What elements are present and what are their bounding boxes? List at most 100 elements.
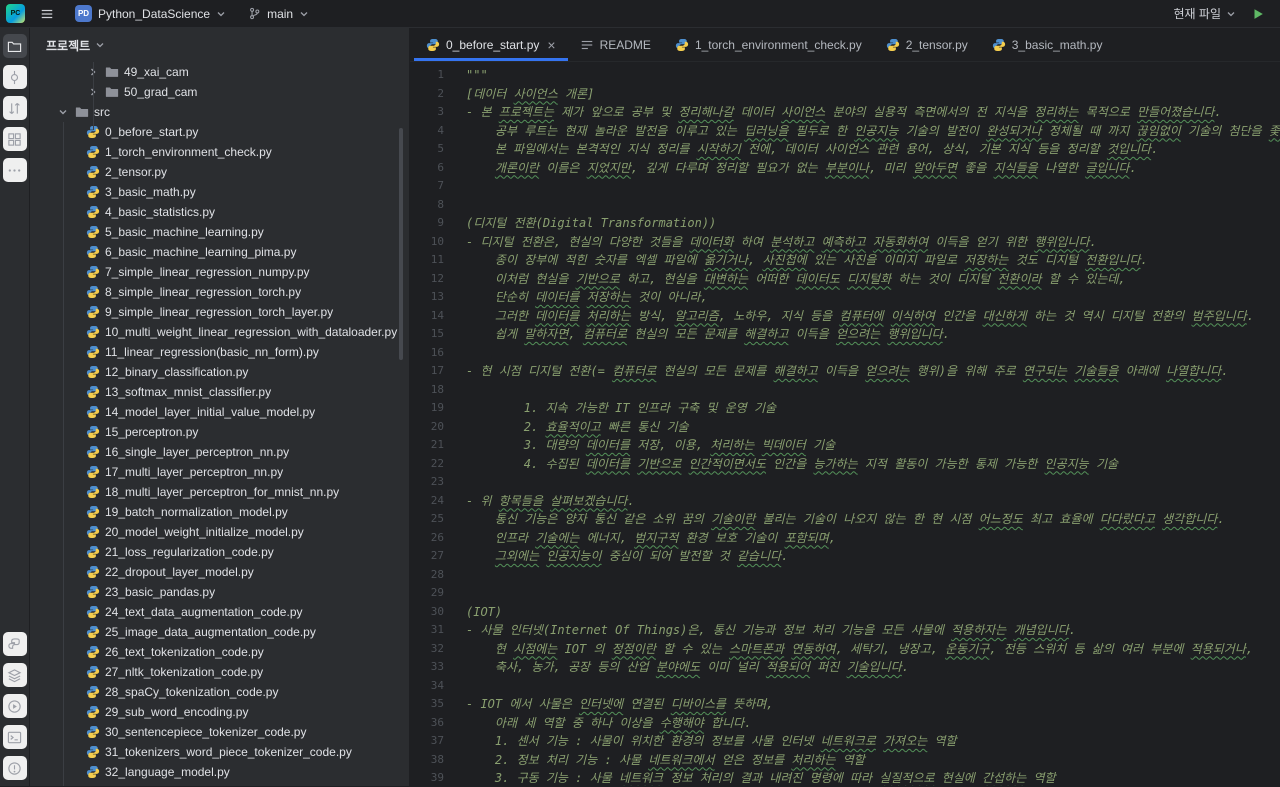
tree-item-file[interactable]: 26_text_tokenization_code.py (30, 642, 409, 662)
code-line[interactable]: 종이 장부에 적힌 숫자를 엑셀 파일에 옮기거나, 사진첩에 있는 사진을 이… (466, 251, 1280, 270)
tree-item-file[interactable]: 9_simple_linear_regression_torch_layer.p… (30, 302, 409, 322)
run-button[interactable] (1246, 2, 1270, 26)
code-line[interactable]: 쉽게 말하자면, 컴퓨터로 현실의 모든 문제를 해결하고 이득을 얻으려는 행… (466, 325, 1280, 344)
tree-item-file[interactable]: 31_tokenizers_word_piece_tokenizer_code.… (30, 742, 409, 762)
tree-item-file[interactable]: 25_image_data_augmentation_code.py (30, 622, 409, 642)
code-line[interactable]: 통신 기능은 양자 통신 같은 소위 꿈의 기술이란 불리는 기술이 나오지 않… (466, 510, 1280, 529)
tree-item-file[interactable]: 7_simple_linear_regression_numpy.py (30, 262, 409, 282)
code-line[interactable]: 현 시점에는 IOT 의 정점이란 할 수 있는 스마트폰과 연동하여, 세탁기… (466, 640, 1280, 659)
code-line[interactable]: 4. 수집된 데이터를 기반으로 인간적이면서도 인간을 능가하는 지적 활동이… (466, 455, 1280, 474)
code-line[interactable]: - 위 항목들을 살펴보겠습니다. (466, 492, 1280, 511)
tree-item-file[interactable]: 15_perceptron.py (30, 422, 409, 442)
code-line[interactable] (466, 566, 1280, 585)
chevron-down-icon[interactable] (56, 107, 70, 117)
vcs-update-icon[interactable] (2, 96, 27, 120)
problems-icon[interactable] (2, 756, 27, 780)
structure-icon[interactable] (2, 127, 27, 151)
tree-item-file[interactable]: 19_batch_normalization_model.py (30, 502, 409, 522)
more-tools-icon[interactable] (2, 158, 27, 182)
code-line[interactable]: 2. 효율적이고 빠른 통신 기술 (466, 418, 1280, 437)
tree-item-folder[interactable]: 49_xai_cam (30, 62, 409, 82)
project-panel-header[interactable]: 프로젝트 (30, 28, 409, 62)
tree-item-file[interactable]: 17_multi_layer_perceptron_nn.py (30, 462, 409, 482)
services-icon[interactable] (2, 663, 27, 687)
editor-tab[interactable]: 0_before_start.py × (414, 28, 568, 61)
code-line[interactable] (466, 584, 1280, 603)
main-menu-button[interactable] (35, 2, 59, 26)
tree-item-folder[interactable]: src (30, 102, 409, 122)
code-line[interactable]: - 현 시점 디지털 전환(= 컴퓨터로 현실의 모든 문제를 해결하고 이득을… (466, 362, 1280, 381)
close-tab-icon[interactable]: × (547, 38, 555, 52)
tree-item-file[interactable]: 10_multi_weight_linear_regression_with_d… (30, 322, 409, 342)
tree-item-file[interactable]: 23_basic_pandas.py (30, 582, 409, 602)
tree-item-file[interactable]: 22_dropout_layer_model.py (30, 562, 409, 582)
code-line[interactable]: 이처럼 현실을 기반으로 하고, 현실을 대변하는 어떠한 데이터도 디지털화 … (466, 270, 1280, 289)
code-line[interactable] (466, 344, 1280, 363)
tree-item-file[interactable]: 6_basic_machine_learning_pima.py (30, 242, 409, 262)
tree-item-file[interactable] (30, 782, 409, 786)
tree-item-file[interactable]: 16_single_layer_perceptron_nn.py (30, 442, 409, 462)
tree-item-file[interactable]: 28_spaCy_tokenization_code.py (30, 682, 409, 702)
python-console-icon[interactable] (2, 632, 27, 656)
code-line[interactable]: 1. 지속 가능한 IT 인프라 구축 및 운영 기술 (466, 399, 1280, 418)
code-line[interactable]: - 사물 인터넷(Internet Of Things)은, 통신 기능과 정보… (466, 621, 1280, 640)
code-line[interactable]: 그외에는 인공지능이 중심이 되어 발전할 것 같습니다. (466, 547, 1280, 566)
code-line[interactable]: 인프라 기술에는 에너지, 범지구적 환경 보호 기술이 포함되며, (466, 529, 1280, 548)
code-line[interactable] (466, 381, 1280, 400)
editor-tab[interactable]: 1_torch_environment_check.py (663, 28, 874, 61)
tree-item-file[interactable]: 32_language_model.py (30, 762, 409, 782)
code-line[interactable]: 2. 정보 처리 기능 : 사물 네트워크에서 얻은 정보를 처리하는 역할 (466, 751, 1280, 770)
scrollbar-thumb[interactable] (399, 128, 403, 360)
tree-item-file[interactable]: 3_basic_math.py (30, 182, 409, 202)
code-line[interactable] (466, 177, 1280, 196)
code-line[interactable]: [데이터 사이언스 개론] (466, 85, 1280, 104)
editor-tab[interactable]: 3_basic_math.py (980, 28, 1115, 61)
tree-item-file[interactable]: 11_linear_regression(basic_nn_form).py (30, 342, 409, 362)
tree-item-file[interactable]: 8_simple_linear_regression_torch.py (30, 282, 409, 302)
editor-tab[interactable]: README (568, 28, 663, 61)
commit-icon[interactable] (2, 65, 27, 89)
tree-item-file[interactable]: 4_basic_statistics.py (30, 202, 409, 222)
run-config-selector[interactable]: 현재 파일 (1174, 5, 1237, 22)
tree-item-file[interactable]: 29_sub_word_encoding.py (30, 702, 409, 722)
code-line[interactable]: 공부 루트는 현재 놀라운 발전을 이루고 있는 딥러닝을 필두로 한 인공지능… (466, 122, 1280, 141)
branch-selector[interactable]: main (242, 4, 315, 24)
editor-tab[interactable]: 2_tensor.py (874, 28, 980, 61)
tree-item-file[interactable]: 12_binary_classification.py (30, 362, 409, 382)
run-window-icon[interactable] (2, 694, 27, 718)
code-line[interactable]: 본 파일에서는 본격적인 지식 정리를 시작하기 전에, 데이터 사이언스 관련… (466, 140, 1280, 159)
code-line[interactable] (466, 677, 1280, 696)
tree-item-file[interactable]: 0_before_start.py (30, 122, 409, 142)
project-selector[interactable]: PD Python_DataScience (69, 2, 232, 25)
code-line[interactable]: - 디지털 전환은, 현실의 다양한 것들을 데이터화 하여 분석하고 예측하고… (466, 233, 1280, 252)
tree-item-file[interactable]: 14_model_layer_initial_value_model.py (30, 402, 409, 422)
tree-item-file[interactable]: 5_basic_machine_learning.py (30, 222, 409, 242)
tree-item-file[interactable]: 24_text_data_augmentation_code.py (30, 602, 409, 622)
tree-item-file[interactable]: 21_loss_regularization_code.py (30, 542, 409, 562)
tree-item-file[interactable]: 27_nltk_tokenization_code.py (30, 662, 409, 682)
code-line[interactable]: - IOT 에서 사물은 인터넷에 연결된 디바이스를 뜻하며, (466, 695, 1280, 714)
code-line[interactable]: 아래 세 역할 중 하나 이상을 수행해야 합니다. (466, 714, 1280, 733)
code-line[interactable]: 단순히 데이터를 저장하는 것이 아니라, (466, 288, 1280, 307)
code-line[interactable]: (디지털 전환(Digital Transformation)) (466, 214, 1280, 233)
tree-item-file[interactable]: 2_tensor.py (30, 162, 409, 182)
code-line[interactable]: 축사, 농가, 공장 등의 산업 분야에도 이미 널리 적용되어 퍼진 기술입니… (466, 658, 1280, 677)
tree-item-file[interactable]: 30_sentencepiece_tokenizer_code.py (30, 722, 409, 742)
code-line[interactable] (466, 196, 1280, 215)
code-line[interactable]: 1. 센서 기능 : 사물이 위치한 환경의 정보를 사물 인터넷 네트워크로 … (466, 732, 1280, 751)
code-line[interactable]: 개론이란 이름은 지었지만, 깊게 다루며 정리할 필요가 없는 부분이나, 미… (466, 159, 1280, 178)
tree-item-file[interactable]: 18_multi_layer_perceptron_for_mnist_nn.p… (30, 482, 409, 502)
code-line[interactable]: 3. 구동 기능 : 사물 네트워크 정보 처리의 결과 내려진 명령에 따라 … (466, 769, 1280, 786)
code-line[interactable]: 그러한 데이터를 처리하는 방식, 알고리즘, 노하우, 지식 등을 컴퓨터에 … (466, 307, 1280, 326)
code-viewport[interactable]: """ [데이터 사이언스 개론] - 본 프로젝트는 제가 앞으로 공부 및 정리… (458, 62, 1280, 786)
terminal-icon[interactable] (2, 725, 27, 749)
code-line[interactable]: 3. 대량의 데이터를 저장, 이용, 처리하는 빅데이터 기술 (466, 436, 1280, 455)
project-folder-icon[interactable] (2, 34, 27, 58)
tree-item-file[interactable]: 20_model_weight_initialize_model.py (30, 522, 409, 542)
tree-item-folder[interactable]: 50_grad_cam (30, 82, 409, 102)
tree-item-file[interactable]: 1_torch_environment_check.py (30, 142, 409, 162)
code-line[interactable]: (IOT) (466, 603, 1280, 622)
code-line[interactable]: """ (466, 66, 1280, 85)
code-line[interactable]: - 본 프로젝트는 제가 앞으로 공부 및 정리해나갈 데이터 사이언스 분야의… (466, 103, 1280, 122)
code-line[interactable] (466, 473, 1280, 492)
